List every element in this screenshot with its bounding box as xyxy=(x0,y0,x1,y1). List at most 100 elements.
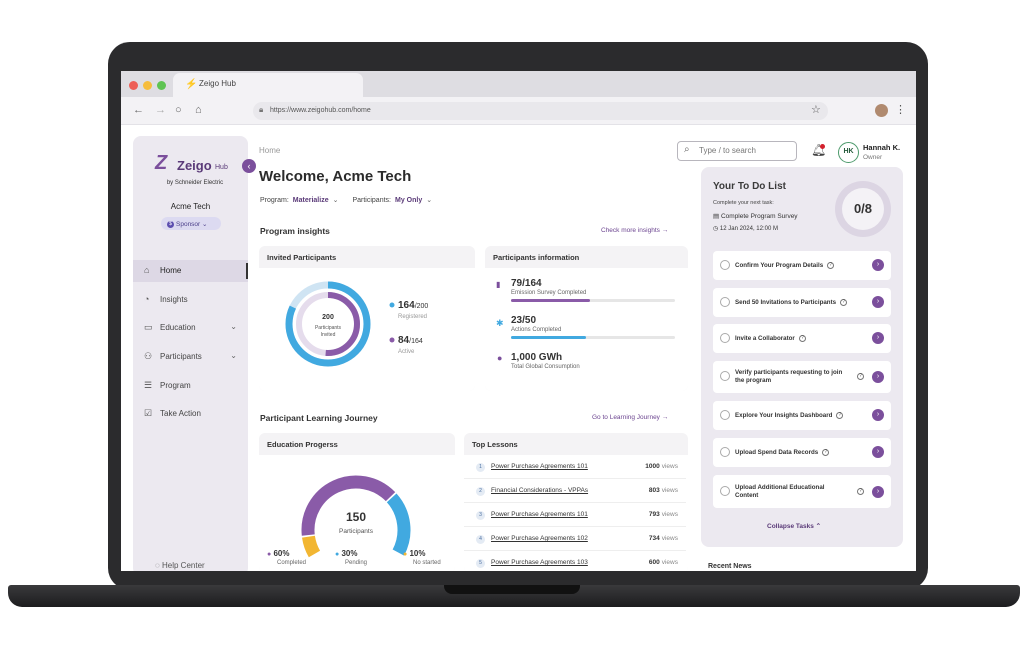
lesson-title[interactable]: Financial Considerations - VPPAs xyxy=(491,487,588,494)
zeigo-tab-icon: ⚡ xyxy=(185,79,198,90)
task-item[interactable]: Send 50 Invitations to Participants? › xyxy=(713,288,891,317)
forward-icon[interactable]: → xyxy=(155,104,166,116)
list-item[interactable]: 1 Power Purchase Agreements 101 1000 view… xyxy=(464,455,686,479)
task-checkbox[interactable] xyxy=(720,260,730,270)
sidebar-item-home[interactable]: ⌂ Home xyxy=(133,260,248,282)
reload-icon[interactable]: ○ xyxy=(175,104,182,116)
info-icon[interactable]: ? xyxy=(822,449,830,456)
browser-menu-icon[interactable]: ⋮ xyxy=(895,103,906,116)
task-item[interactable]: Invite a Collaborator? › xyxy=(713,324,891,353)
bookmark-star-icon[interactable]: ☆ xyxy=(811,103,821,116)
info-icon[interactable]: ? xyxy=(827,262,835,269)
legend-dot: ● xyxy=(403,551,408,558)
participants-information-card: Participants information ▮ 79/164 Emissi… xyxy=(485,246,688,391)
participants-filter-label: Participants: xyxy=(352,197,391,204)
task-go-button[interactable]: › xyxy=(872,259,884,271)
sidebar-item-label: Insights xyxy=(160,295,188,304)
lesson-views: 1000 views xyxy=(645,463,678,470)
sidebar-item-label: Take Action xyxy=(160,409,201,418)
legend-label: Pending xyxy=(345,560,368,566)
close-window-dot[interactable] xyxy=(129,81,138,90)
task-label: Confirm Your Program Details? xyxy=(735,262,835,270)
todo-progress-ring: 0/8 xyxy=(835,181,891,237)
laptop-notch xyxy=(444,585,580,594)
back-icon[interactable]: ← xyxy=(133,104,144,116)
task-go-button[interactable]: › xyxy=(872,332,884,344)
task-checkbox[interactable] xyxy=(720,371,730,381)
gauge-segment-no-started xyxy=(302,535,321,558)
task-item[interactable]: Upload Additional Educational Content ? … xyxy=(713,475,891,508)
chevron-down-icon[interactable]: ⌄ xyxy=(426,197,432,204)
task-item[interactable]: Explore Your Insights Dashboard? › xyxy=(713,401,891,430)
collapse-sidebar-button[interactable]: ‹ xyxy=(242,159,256,173)
list-item[interactable]: 3 Power Purchase Agreements 101 793 views xyxy=(464,503,686,527)
chevron-down-icon[interactable]: ⌄ xyxy=(333,197,339,204)
help-center-link[interactable]: ◌ Help Center xyxy=(155,561,205,570)
list-item[interactable]: 5 Power Purchase Agreements 103 600 views xyxy=(464,551,686,571)
task-go-button[interactable]: › xyxy=(872,446,884,458)
sidebar-item-insights[interactable]: ◔ Insights xyxy=(133,289,248,311)
lesson-title[interactable]: Power Purchase Agreements 103 xyxy=(491,559,588,566)
info-icon[interactable]: ? xyxy=(798,335,806,342)
list-item[interactable]: 2 Financial Considerations - VPPAs 803 vi… xyxy=(464,479,686,503)
role-badge-label: Sponsor xyxy=(176,221,201,228)
list-item[interactable]: 4 Power Purchase Agreements 102 734 views xyxy=(464,527,686,551)
program-filter-value[interactable]: Materialize xyxy=(293,197,329,204)
task-checkbox[interactable] xyxy=(720,486,730,496)
task-go-button[interactable]: › xyxy=(872,486,884,498)
next-task[interactable]: ▤ Complete Program Survey xyxy=(713,212,798,220)
participants-filter-value[interactable]: My Only xyxy=(395,197,422,204)
task-checkbox[interactable] xyxy=(720,447,730,457)
insights-icon: ◔ xyxy=(144,294,150,304)
task-item[interactable]: Confirm Your Program Details? › xyxy=(713,251,891,280)
user-name[interactable]: Hannah K. xyxy=(863,143,900,152)
donut-center-value: 200 xyxy=(322,314,334,321)
info-value: 1,000 GWh xyxy=(511,352,563,363)
minimize-window-dot[interactable] xyxy=(143,81,152,90)
info-icon[interactable]: ? xyxy=(836,412,844,419)
date-label: 12 Jan 2024, 12:00 M xyxy=(719,226,778,232)
lesson-title[interactable]: Power Purchase Agreements 101 xyxy=(491,463,588,470)
breadcrumb[interactable]: Home xyxy=(259,146,280,155)
sidebar-item-take-action[interactable]: ☑ Take Action xyxy=(133,403,248,425)
go-to-learning-journey-link[interactable]: Go to Learning Journey → xyxy=(592,414,668,421)
task-go-button[interactable]: › xyxy=(872,409,884,421)
legend-value: 60% xyxy=(273,549,290,558)
people-icon: ⚇ xyxy=(144,351,153,361)
task-checkbox[interactable] xyxy=(720,410,730,420)
list-icon: ☰ xyxy=(144,380,153,390)
invited-participants-card: Invited Participants 200 Participants In… xyxy=(259,246,475,391)
sidebar-item-education[interactable]: ▭ Education ⌄ xyxy=(133,317,248,339)
role-badge[interactable]: $ Sponsor ⌄ xyxy=(161,217,221,230)
progress-fill xyxy=(511,336,587,339)
info-value: 79/164 xyxy=(511,278,542,289)
search-input[interactable]: ⌕ Type / to search xyxy=(677,141,797,161)
sidebar-item-program[interactable]: ☰ Program xyxy=(133,375,248,397)
sidebar-item-participants[interactable]: ⚇ Participants ⌄ xyxy=(133,346,248,368)
lesson-title[interactable]: Power Purchase Agreements 101 xyxy=(491,511,588,518)
task-checkbox[interactable] xyxy=(720,297,730,307)
check-more-insights-link[interactable]: Check more insights → xyxy=(601,227,668,234)
lesson-title[interactable]: Power Purchase Agreements 102 xyxy=(491,535,588,542)
page-title: Welcome, Acme Tech xyxy=(259,168,412,185)
survey-icon: ▤ xyxy=(713,213,720,220)
info-icon[interactable]: ? xyxy=(857,373,864,380)
avatar[interactable]: HK xyxy=(838,142,859,163)
task-item[interactable]: Upload Spend Data Records? › xyxy=(713,438,891,467)
home-browser-icon[interactable]: ⌂ xyxy=(195,104,202,116)
info-icon[interactable]: ? xyxy=(840,299,848,306)
task-label: Invite a Collaborator? xyxy=(735,335,806,343)
url-field[interactable]: 🔒︎ https://www.zeigohub.com/home xyxy=(253,102,828,120)
collapse-tasks-button[interactable]: Collapse Tasks ⌃ xyxy=(767,522,821,530)
maximize-window-dot[interactable] xyxy=(157,81,166,90)
task-go-button[interactable]: › xyxy=(872,371,884,383)
arrow-right-icon: → xyxy=(661,227,669,234)
task-checkbox[interactable] xyxy=(720,333,730,343)
info-icon[interactable]: ? xyxy=(857,488,864,495)
browser-profile-avatar[interactable] xyxy=(875,104,888,117)
legend-dot: ● xyxy=(267,551,272,558)
browser-tab[interactable]: ⚡ Zeigo Hub xyxy=(173,73,363,97)
task-go-button[interactable]: › xyxy=(872,296,884,308)
task-item[interactable]: Verify participants requesting to join t… xyxy=(713,361,891,393)
legend-value: 10% xyxy=(409,549,426,558)
